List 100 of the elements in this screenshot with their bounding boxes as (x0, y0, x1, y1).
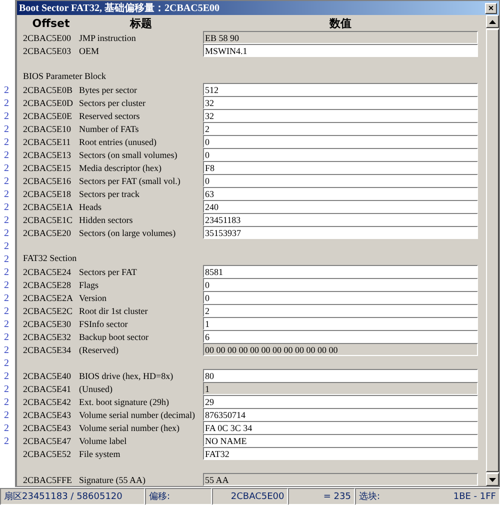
value-field[interactable]: 6 (203, 330, 478, 343)
value-field[interactable]: 63 (203, 187, 478, 200)
field-title: Sectors per FAT (small vol.) (79, 176, 182, 186)
value-field[interactable]: 512 (203, 83, 478, 96)
line-fragment: 2 (3, 201, 10, 214)
column-header: Offset (31, 16, 71, 30)
value-field[interactable]: 2 (203, 122, 478, 135)
value-field[interactable]: 1 (203, 382, 478, 395)
value-field[interactable]: 00 00 00 00 00 00 00 00 00 00 00 00 (203, 343, 478, 356)
offset-cell-text: 2CBAC5E24 (23, 266, 72, 276)
field-title: Media descriptor (hex) (79, 162, 162, 172)
line-fragment: 2 (3, 240, 10, 253)
field-title: Volume label (79, 436, 128, 446)
offset-cell-text: 2CBAC5E1C (23, 214, 74, 224)
line-fragment: 2 (3, 253, 10, 266)
line-fragment: 2 (3, 344, 10, 357)
section-heading: BIOS Parameter Block (23, 70, 107, 83)
value-field[interactable]: 2 (203, 304, 478, 317)
field-title: Flags (79, 280, 100, 290)
field-title: Sectors per track (79, 188, 140, 198)
field-title: Backup boot sector (79, 332, 150, 342)
line-fragment: 2 (3, 214, 10, 227)
offset-cell-text: 2CBAC5E40 (23, 370, 72, 380)
field-title: Sectors (on large volumes) (79, 228, 177, 238)
field-title: Volume serial number (hex) (79, 422, 181, 432)
value-field[interactable]: EB 58 90 (203, 31, 478, 44)
section-heading: FAT32 Section (23, 252, 78, 265)
offset-cell-text: 2CBAC5E2A (23, 292, 74, 302)
line-fragment: 2 (3, 227, 10, 240)
sector-status: 扇区23451183 / 58605120 (4, 490, 122, 503)
close-button[interactable]: × (485, 2, 497, 14)
field-title: Root dir 1st cluster (79, 306, 149, 316)
line-fragment: 2 (3, 162, 10, 175)
line-fragment: 2 (3, 435, 10, 448)
offset-cell-text: 2CBAC5E16 (23, 176, 72, 186)
offset-label: 偏移: (149, 490, 170, 503)
field-title: Sectors per cluster (79, 98, 146, 108)
offset-cell-text: 2CBAC5E0E (23, 110, 74, 120)
block-range: 1BE - 1FF (453, 492, 496, 502)
line-fragment: 2 (3, 136, 10, 149)
offset-cell-text: 2CBAC5E15 (23, 162, 72, 172)
offset-cell-text: 2CBAC5E18 (23, 188, 72, 198)
value-field[interactable]: 29 (203, 395, 478, 408)
field-title: (Reserved) (79, 344, 120, 354)
line-fragment: 2 (3, 110, 10, 123)
offset-cell-text: 2CBAC5E42 (23, 396, 72, 406)
value-field[interactable]: MSWIN4.1 (203, 44, 478, 57)
field-title: OEM (79, 46, 100, 56)
field-title: Volume serial number (decimal) (79, 410, 196, 420)
field-title: Heads (79, 202, 102, 212)
value-field[interactable]: 0 (203, 174, 478, 187)
offset-cell-text: 2CBAC5E0D (23, 98, 74, 108)
offset-cell-text: 2CBAC5E41 (23, 384, 72, 394)
value-field[interactable]: 32 (203, 109, 478, 122)
column-header: 标题 (128, 16, 153, 30)
offset-cell-text: 2CBAC5E47 (23, 436, 72, 446)
offset-cell-text: 2CBAC5E00 (23, 32, 72, 42)
field-title: Hidden sectors (79, 214, 134, 224)
offset-cell-text: 2CBAC5E43 (23, 422, 72, 432)
value-field[interactable]: 0 (203, 148, 478, 161)
value-field[interactable]: 240 (203, 200, 478, 213)
offset-cell-text: 2CBAC5E20 (23, 228, 72, 238)
field-title: Signature (55 AA) (79, 474, 146, 484)
value-field[interactable]: 23451183 (203, 213, 478, 226)
line-fragment: 2 (3, 305, 10, 318)
scroll-up-icon[interactable] (489, 20, 496, 24)
scrollbar[interactable] (486, 15, 499, 486)
value-field[interactable]: FA 0C 3C 34 (203, 421, 478, 434)
line-fragment: 2 (3, 422, 10, 435)
value-field[interactable]: 55 AA (203, 473, 478, 486)
value-field[interactable]: 80 (203, 369, 478, 382)
line-fragment: 2 (3, 266, 10, 279)
value-field[interactable]: 32 (203, 96, 478, 109)
value-field[interactable]: 0 (203, 291, 478, 304)
value-field[interactable]: 0 (203, 135, 478, 148)
column-header: 数值 (328, 16, 352, 30)
field-title: Reserved sectors (79, 110, 141, 120)
value-field[interactable]: 8581 (203, 265, 478, 278)
field-title: Bytes per sector (79, 84, 138, 94)
field-title: Number of FATs (79, 124, 140, 134)
value-field[interactable]: NO NAME (203, 434, 478, 447)
value-field[interactable]: FAT32 (203, 447, 478, 460)
line-fragment: 2 (3, 383, 10, 396)
offset-cell-text: 2CBAC5E10 (23, 124, 72, 134)
value-field[interactable]: 876350714 (203, 408, 478, 421)
value-field[interactable]: 35153937 (203, 226, 478, 239)
offset-cell-text: 2CBAC5E11 (23, 136, 72, 146)
line-fragment: 2 (3, 188, 10, 201)
value-field[interactable]: 1 (203, 317, 478, 330)
window-title: Boot Sector FAT32, 基础偏移量：2CBAC5E00 (19, 2, 221, 15)
offset-cell-text: 2CBAC5E30 (23, 318, 72, 328)
offset-cell-text: 2CBAC5E03 (23, 46, 72, 56)
field-title: Version (79, 292, 108, 302)
offset-cell-text: 2CBAC5E32 (23, 332, 72, 342)
field-title: Root entries (unused) (79, 136, 158, 146)
scroll-down-icon[interactable] (489, 478, 496, 482)
offset-cell-text: 2CBAC5FFE (23, 474, 74, 484)
offset-cell-text: 2CBAC5E2C (23, 306, 74, 316)
value-field[interactable]: 0 (203, 278, 478, 291)
value-field[interactable]: F8 (203, 161, 478, 174)
